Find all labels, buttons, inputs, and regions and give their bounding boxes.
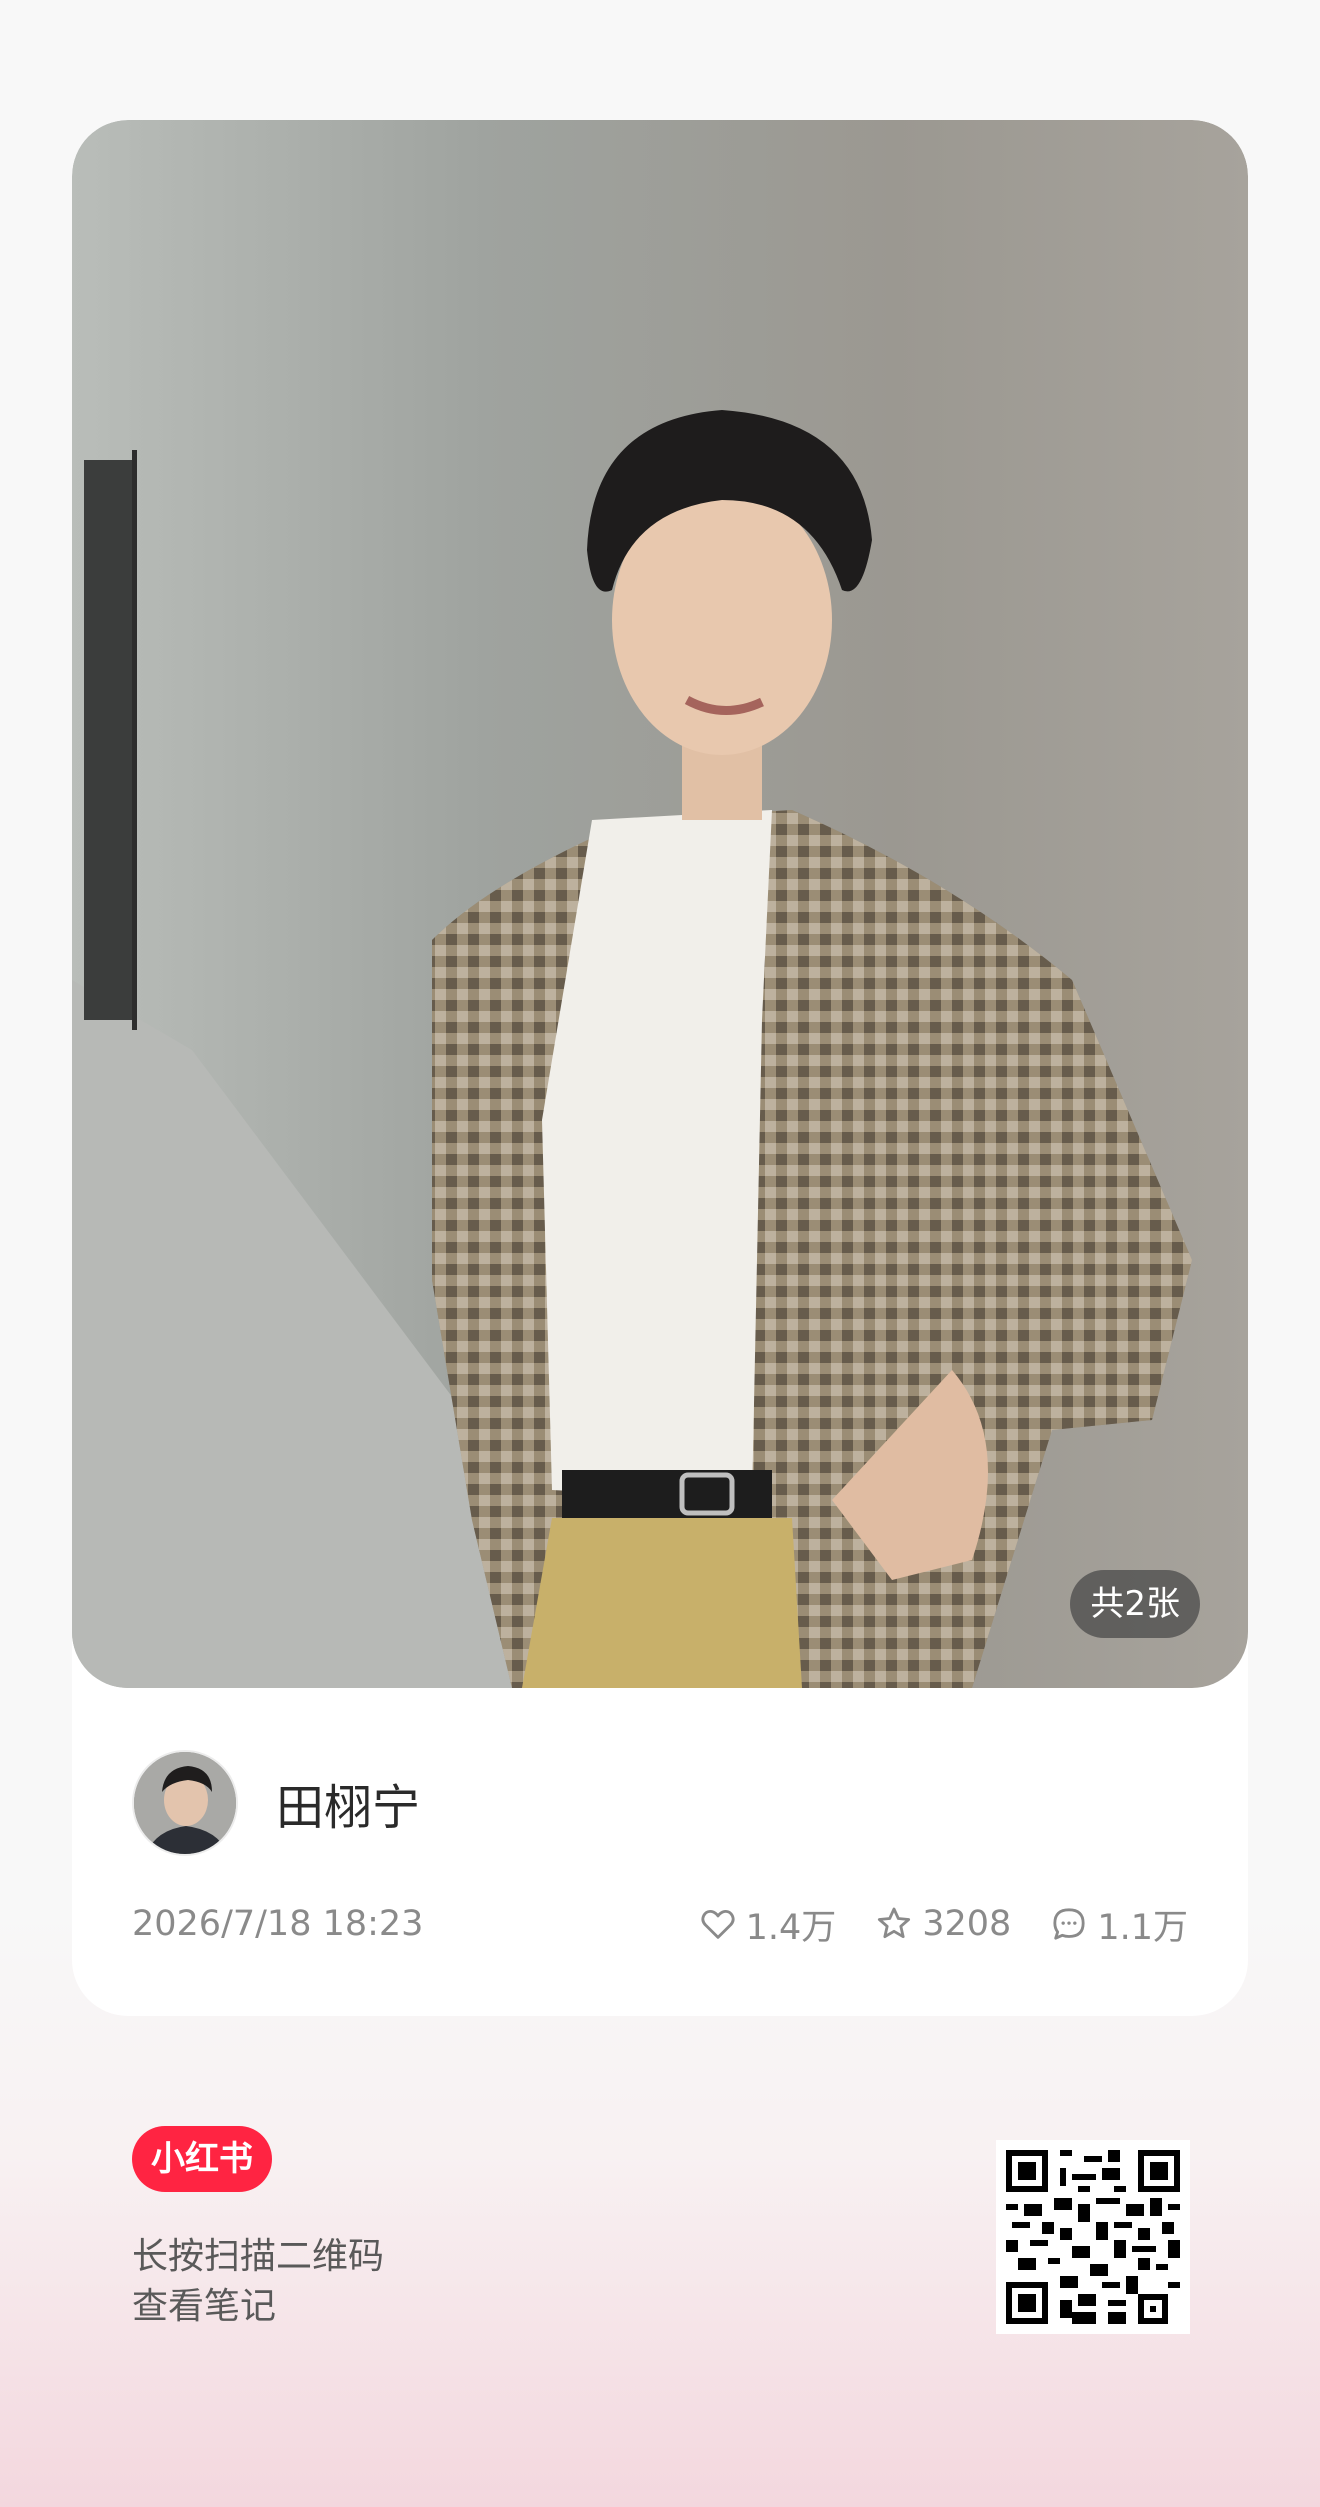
star-icon: [878, 1907, 911, 1939]
avatar-image: [134, 1752, 236, 1854]
comments-count: 1.1万: [1097, 1907, 1188, 1948]
xiaohongshu-logo: 小红书: [132, 2126, 272, 2192]
scan-hint-line2: 查看笔记: [132, 2286, 277, 2327]
image-count-badge: 共2张: [1070, 1570, 1200, 1638]
scan-hint-line1: 长按扫描二维码: [132, 2236, 385, 2277]
qr-code-pattern: [1006, 2150, 1180, 2324]
post-photo[interactable]: 共2张: [72, 120, 1248, 1688]
collects-count: 3208: [922, 1904, 1012, 1944]
scan-hint: 长按扫描二维码 查看笔记: [132, 2232, 384, 2332]
post-date: 2026/7/18 18:23: [132, 1904, 424, 1944]
note-card[interactable]: 共2张 田栩宁 2026/7/18 18:23 1.4万 3208 1.1万: [72, 120, 1248, 2016]
comments-stat[interactable]: 1.1万: [1049, 1899, 1188, 1950]
author-name[interactable]: 田栩宁: [276, 1768, 420, 1838]
photo-illustration: [72, 410, 1192, 1688]
qr-code[interactable]: [996, 2140, 1190, 2334]
comment-icon: [1053, 1908, 1085, 1940]
likes-count: 1.4万: [745, 1907, 837, 1948]
likes-stat[interactable]: 1.4万: [698, 1899, 837, 1950]
collects-stat[interactable]: 3208: [874, 1904, 1011, 1944]
post-stats: 1.4万 3208 1.1万: [698, 1899, 1188, 1950]
post-meta: 2026/7/18 18:23 1.4万 3208 1.1万: [132, 1894, 1188, 1954]
author-avatar[interactable]: [132, 1750, 238, 1856]
author-row[interactable]: 田栩宁: [132, 1748, 420, 1858]
heart-icon: [700, 1909, 735, 1939]
